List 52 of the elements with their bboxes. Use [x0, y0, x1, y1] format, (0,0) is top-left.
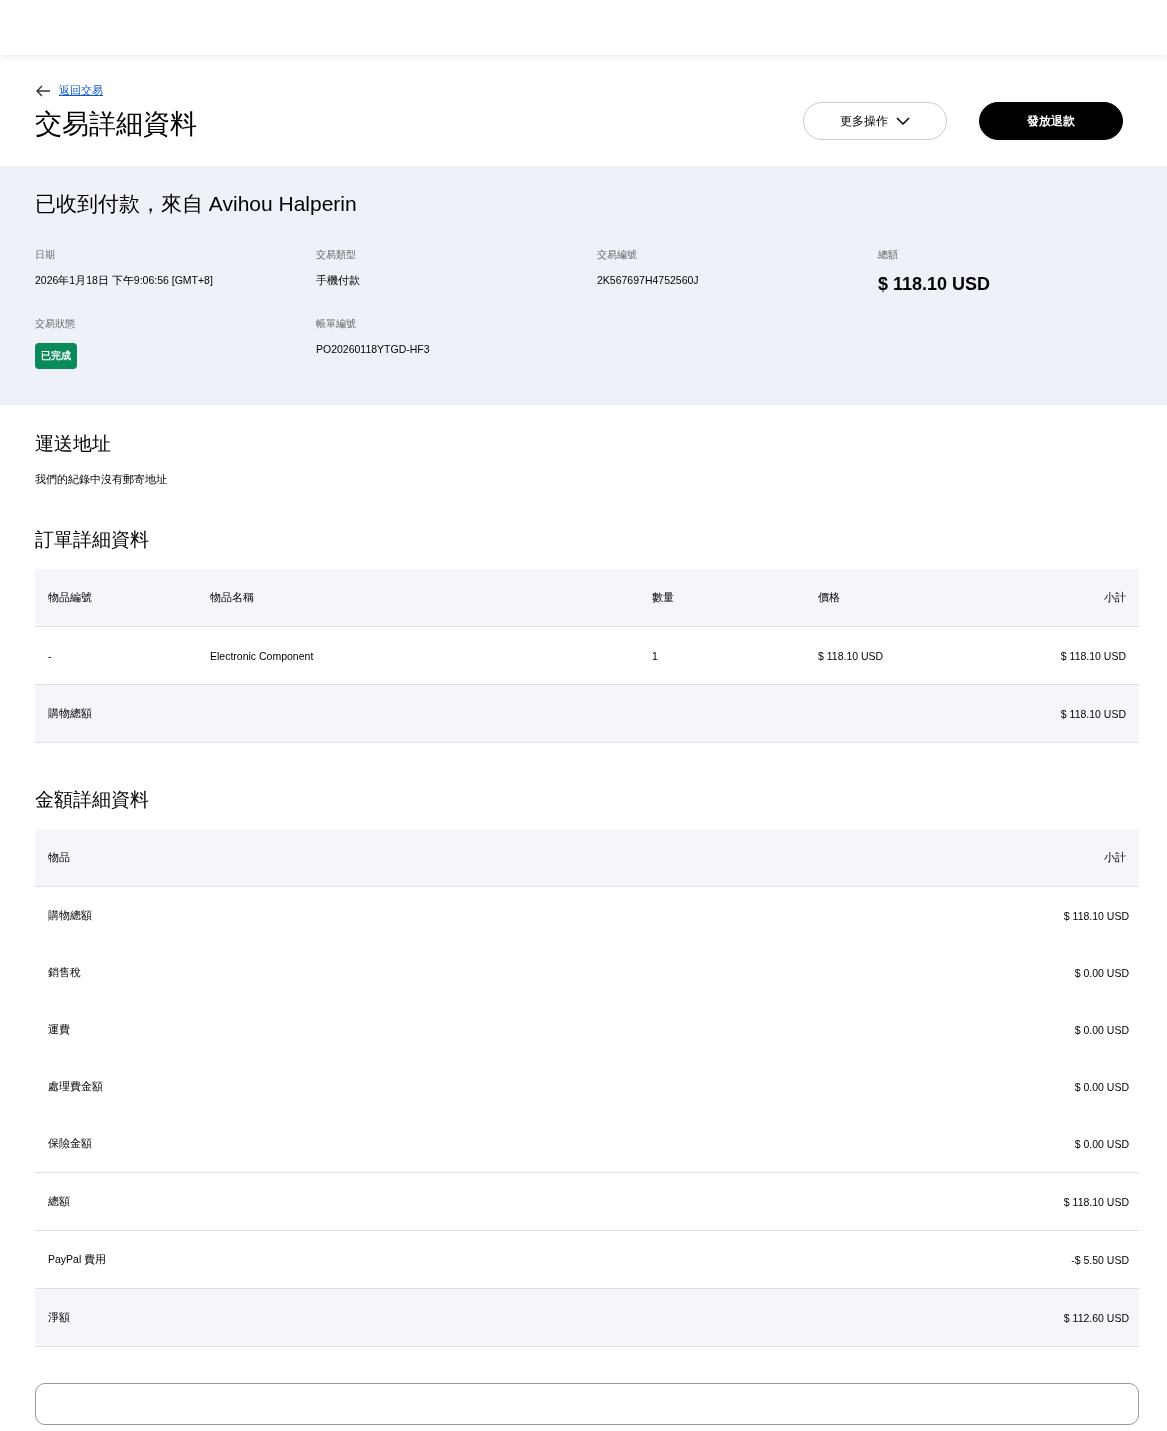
- column-header: 數量: [652, 590, 675, 605]
- column-header: 物品: [48, 850, 71, 865]
- field-label: 交易狀態: [35, 317, 75, 331]
- table-cell-text: $ 118.10 USD: [1062, 909, 1129, 922]
- field-value: 2026年1月18日 下午9:06:56 [GMT+8]: [35, 274, 213, 288]
- table-cell-text: Electronic Component: [210, 649, 315, 662]
- payment-headline: 已收到付款，來自 Avihou Halperin: [35, 191, 358, 217]
- field-value: 手機付款: [316, 274, 360, 288]
- table-cell-text: -: [48, 649, 53, 662]
- field-value: PO20260118YTGD-HF3: [316, 343, 430, 355]
- table-cell-text: $ 0.00 USD: [1073, 1080, 1129, 1093]
- shipping-note: 我們的紀錄中沒有郵寄地址: [35, 473, 168, 487]
- table-cell-text: $ 118.10 USD: [818, 649, 885, 662]
- status-badge: 已完成: [35, 343, 77, 369]
- table-cell-text: $ 0.00 USD: [1073, 1023, 1129, 1036]
- field-label: 帳單編號: [316, 317, 356, 331]
- table-cell-text: 購物總額: [48, 908, 93, 923]
- page-title: 交易詳細資料: [35, 108, 197, 141]
- column-header: 小計: [1103, 850, 1126, 865]
- field-label: 總額: [878, 248, 898, 262]
- section-title: 運送地址: [35, 432, 112, 456]
- table-cell-text: $ 118.10 USD: [1059, 649, 1126, 662]
- table-cell-text: $ 112.60 USD: [1062, 1311, 1129, 1324]
- table-cell-text: -$ 5.50 USD: [1070, 1253, 1129, 1266]
- section-title: 訂單詳細資料: [35, 528, 150, 552]
- table-cell-text: $ 118.10 USD: [1062, 1195, 1129, 1208]
- table-cell-text: 銷售稅: [48, 965, 82, 980]
- table-cell-text: 處理費金額: [48, 1079, 104, 1094]
- total-amount: $ 118.10 USD: [878, 274, 991, 295]
- table-cell-text: $ 118.10 USD: [1059, 707, 1126, 720]
- column-header: 物品編號: [48, 590, 93, 605]
- table-cell-text: 保險金額: [48, 1136, 93, 1151]
- field-label: 日期: [35, 248, 55, 262]
- table-cell-text: 淨額: [48, 1310, 71, 1325]
- back-link[interactable]: 返回交易: [59, 83, 103, 98]
- table-cell-text: 購物總額: [48, 706, 93, 721]
- column-header: 物品名稱: [210, 590, 255, 605]
- refund-button[interactable]: 發放退款: [979, 102, 1123, 140]
- column-header: 小計: [1103, 590, 1126, 605]
- table-cell-text: 總額: [48, 1194, 71, 1209]
- more-actions-button[interactable]: 更多操作: [803, 102, 947, 140]
- field-label: 交易類型: [316, 248, 356, 262]
- field-value: 2K567697H4752560J: [597, 274, 699, 286]
- table-cell-text: PayPal 費用: [48, 1252, 108, 1267]
- field-label: 交易編號: [597, 248, 637, 262]
- section-title: 金額詳細資料: [35, 788, 150, 812]
- table-cell-text: $ 0.00 USD: [1073, 966, 1129, 979]
- table-cell-text: 1: [652, 649, 659, 662]
- back-arrow-icon[interactable]: [35, 84, 51, 97]
- column-header: 價格: [818, 590, 841, 605]
- table-cell-text: 運費: [48, 1022, 71, 1037]
- table-cell-text: $ 0.00 USD: [1073, 1137, 1129, 1150]
